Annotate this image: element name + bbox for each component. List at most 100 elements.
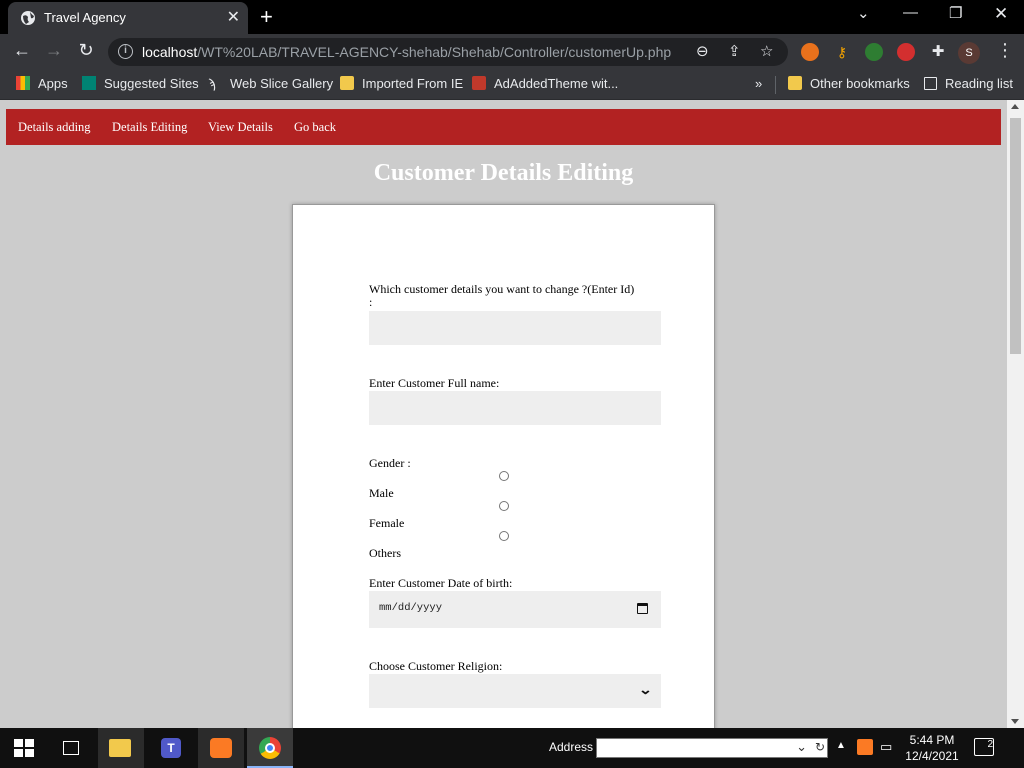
bookmarks-bar: Apps Suggested Sites ϡ Web Slice Gallery … xyxy=(0,70,1024,100)
site-info-icon[interactable]: i xyxy=(118,44,133,59)
calendar-icon[interactable] xyxy=(637,603,648,614)
scroll-down-arrow-icon[interactable] xyxy=(1011,719,1019,724)
teams-icon: T xyxy=(161,738,181,758)
gender-female-radio[interactable] xyxy=(499,501,509,511)
nav-details-adding[interactable]: Details adding xyxy=(18,120,91,135)
tab-title: Travel Agency xyxy=(44,10,126,25)
chevron-down-icon: ⌄ xyxy=(638,682,653,697)
religion-select[interactable]: ⌄ xyxy=(369,674,661,708)
site-navbar: Details adding Details Editing View Deta… xyxy=(6,109,1001,145)
bookmarks-divider xyxy=(775,76,776,94)
key-extension-icon[interactable]: ⚷ xyxy=(833,43,851,61)
windows-taskbar: T Address ⌄ ↻ ▲ ▭ 5:44 PM 12/4/2021 2 xyxy=(0,728,1024,768)
close-window-icon[interactable]: ✕ xyxy=(994,4,1008,24)
minimize-icon[interactable]: — xyxy=(903,4,918,21)
theme-icon xyxy=(472,76,486,90)
reload-icon[interactable]: ↻ xyxy=(74,40,98,61)
bookmarks-overflow-button[interactable]: » xyxy=(755,76,762,91)
gender-female-label: Female xyxy=(369,516,405,530)
teams-button[interactable]: T xyxy=(148,728,194,768)
customer-id-input[interactable] xyxy=(369,311,661,345)
gender-others-label: Others xyxy=(369,546,401,560)
notification-count: 2 xyxy=(987,739,993,750)
file-explorer-icon xyxy=(109,739,131,757)
form-card: Which customer details you want to chang… xyxy=(292,204,715,728)
start-button[interactable] xyxy=(0,728,46,768)
file-explorer-button[interactable] xyxy=(98,728,144,768)
bookmark-apps[interactable]: Apps xyxy=(16,76,68,91)
battery-icon[interactable]: ▭ xyxy=(880,739,892,755)
address-toolbar-input[interactable]: ⌄ ↻ xyxy=(596,738,828,758)
windows-logo-icon xyxy=(14,739,34,757)
scrollbar-thumb[interactable] xyxy=(1010,118,1021,354)
xampp-icon xyxy=(210,738,232,758)
page-scrollbar[interactable] xyxy=(1007,100,1024,728)
task-view-icon xyxy=(63,741,79,755)
gender-others-radio[interactable] xyxy=(499,531,509,541)
back-arrow-icon[interactable]: ← xyxy=(10,40,34,61)
scroll-up-arrow-icon[interactable] xyxy=(1011,104,1019,109)
religion-label: Choose Customer Religion: xyxy=(369,659,503,673)
profile-avatar[interactable]: S xyxy=(958,42,980,64)
nav-details-editing[interactable]: Details Editing xyxy=(112,120,187,135)
page-title: Customer Details Editing xyxy=(373,160,634,186)
browser-tab[interactable]: Travel Agency ✕ xyxy=(8,2,248,34)
restore-icon[interactable]: ❐ xyxy=(949,4,962,22)
full-name-label: Enter Customer Full name: xyxy=(369,376,500,390)
xampp-tray-icon[interactable] xyxy=(857,739,873,755)
bookmark-imported-from-ie[interactable]: Imported From IE xyxy=(340,76,463,91)
extension-green-icon[interactable] xyxy=(865,43,883,61)
address-go-icon[interactable]: ↻ xyxy=(815,740,825,754)
notifications-icon[interactable]: 2 xyxy=(974,738,994,756)
gender-male-label: Male xyxy=(369,486,394,500)
bookmark-suggested-sites[interactable]: Suggested Sites xyxy=(82,76,199,91)
customer-id-label-colon: : xyxy=(369,295,373,309)
dob-date-input[interactable]: mm/dd/yyyy xyxy=(369,591,661,628)
extension-orange-icon[interactable] xyxy=(801,43,819,61)
zoom-icon[interactable]: ⊖ xyxy=(696,42,709,60)
bing-icon xyxy=(82,76,96,90)
bookmark-adaddedtheme[interactable]: AdAddedTheme wit... xyxy=(472,76,618,91)
reading-list-button[interactable]: Reading list xyxy=(924,76,1013,91)
browser-toolbar: ← → ↻ i localhost/WT%20LAB/TRAVEL-AGENCY… xyxy=(0,34,1024,70)
bookmark-web-slice-gallery[interactable]: ϡ Web Slice Gallery xyxy=(208,76,333,91)
gender-label: Gender : xyxy=(369,456,411,470)
customer-id-label: Which customer details you want to chang… xyxy=(369,282,635,296)
tab-strip: Travel Agency ✕ + ⌄ — ❐ ✕ xyxy=(0,0,1024,34)
nav-view-details[interactable]: View Details xyxy=(208,120,273,135)
tray-overflow-icon[interactable]: ▲ xyxy=(836,740,846,751)
nav-go-back[interactable]: Go back xyxy=(294,120,336,135)
xampp-button[interactable] xyxy=(198,728,244,768)
full-name-input[interactable] xyxy=(369,391,661,425)
dob-placeholder: mm/dd/yyyy xyxy=(379,602,443,614)
gender-male-radio[interactable] xyxy=(499,471,509,481)
chrome-taskbar-button[interactable] xyxy=(247,728,293,768)
address-toolbar-label: Address xyxy=(549,740,594,754)
forward-arrow-icon[interactable]: → xyxy=(42,40,66,61)
close-tab-icon[interactable]: ✕ xyxy=(227,7,240,27)
folder-icon xyxy=(788,76,802,90)
clock-date: 12/4/2021 xyxy=(905,749,959,763)
folder-icon xyxy=(340,76,354,90)
clock-time: 5:44 PM xyxy=(909,733,955,747)
menu-kebab-icon[interactable]: ⋮ xyxy=(996,40,1014,61)
globe-icon xyxy=(21,11,35,25)
share-icon[interactable]: ⇪ xyxy=(728,42,741,60)
page-viewport: Details adding Details Editing View Deta… xyxy=(0,100,1024,728)
url-text[interactable]: localhost/WT%20LAB/TRAVEL-AGENCY-shehab/… xyxy=(142,44,671,60)
task-view-button[interactable] xyxy=(48,728,94,768)
apps-grid-icon xyxy=(16,76,30,90)
chrome-icon xyxy=(259,737,281,759)
dob-label: Enter Customer Date of birth: xyxy=(369,576,513,590)
system-clock[interactable]: 5:44 PM 12/4/2021 xyxy=(900,732,964,764)
tab-search-icon[interactable]: ⌄ xyxy=(857,4,870,22)
new-tab-icon[interactable]: + xyxy=(260,4,273,30)
adblock-icon[interactable] xyxy=(897,43,915,61)
web-slice-icon: ϡ xyxy=(208,76,216,91)
address-bar[interactable]: i localhost/WT%20LAB/TRAVEL-AGENCY-sheha… xyxy=(108,38,788,66)
extensions-puzzle-icon[interactable]: ✚ xyxy=(929,43,947,61)
reading-list-icon xyxy=(924,77,937,90)
bookmark-star-icon[interactable]: ☆ xyxy=(760,42,773,60)
address-dropdown-icon[interactable]: ⌄ xyxy=(796,739,807,755)
bookmark-other-bookmarks[interactable]: Other bookmarks xyxy=(788,76,910,91)
